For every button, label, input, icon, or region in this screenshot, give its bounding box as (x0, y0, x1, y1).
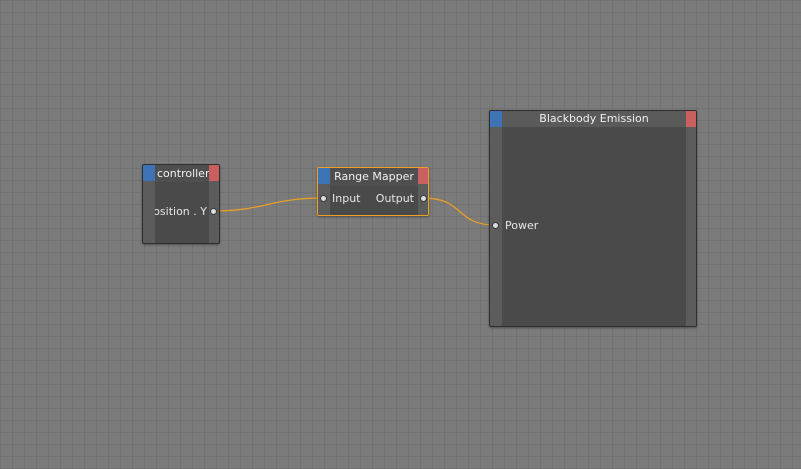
node-title[interactable]: controller (155, 165, 209, 182)
node-title[interactable]: Blackbody Emission (502, 111, 686, 127)
input-port-label: Input (332, 192, 361, 205)
output-port-label: Output (375, 192, 414, 205)
port-label-clip: Position . Y (155, 203, 209, 219)
output-port-label: Position . Y (155, 205, 207, 218)
output-port-strip (686, 111, 696, 326)
input-tab[interactable] (143, 165, 155, 181)
node-title[interactable]: Range Mapper (330, 168, 418, 186)
input-port-label: Power (505, 219, 539, 232)
input-port-strip (490, 111, 502, 326)
range-mapper-node[interactable]: Range Mapper Input Output (317, 167, 429, 216)
input-tab[interactable] (318, 168, 330, 184)
output-tab[interactable] (686, 111, 696, 127)
input-port[interactable] (320, 195, 327, 202)
output-tab[interactable] (209, 165, 219, 181)
input-port[interactable] (492, 222, 499, 229)
blackbody-emission-node[interactable]: Blackbody Emission Power (489, 110, 697, 327)
input-tab[interactable] (490, 111, 502, 127)
controller-node[interactable]: controller Position . Y (142, 164, 220, 244)
wire-controller-to-range-mapper[interactable] (212, 197, 324, 212)
wire-range-mapper-to-blackbody[interactable] (422, 197, 496, 226)
output-tab[interactable] (418, 168, 428, 184)
output-port[interactable] (210, 208, 217, 215)
node-editor-canvas[interactable]: controller Position . Y Range Mapper Inp… (0, 0, 801, 469)
output-port[interactable] (420, 195, 427, 202)
